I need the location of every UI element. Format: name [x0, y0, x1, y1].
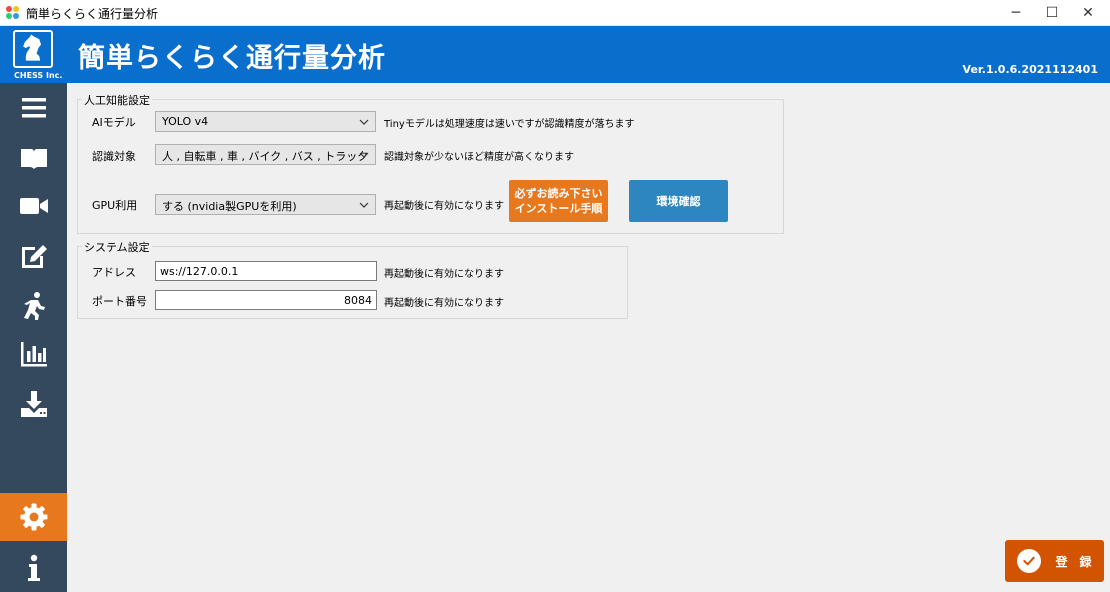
install-guide-button[interactable]: 必ずお読み下さい インストール手順 [509, 180, 608, 222]
sidebar-item-manual[interactable] [0, 134, 67, 182]
info-icon [27, 554, 40, 581]
maximize-button[interactable]: ☐ [1034, 0, 1070, 26]
chevron-down-icon [359, 119, 369, 125]
app-title: 簡単らくらく通行量分析 [78, 43, 386, 74]
minimize-button[interactable]: ─ [998, 0, 1034, 26]
sidebar [0, 83, 67, 592]
env-check-button[interactable]: 環境確認 [629, 180, 728, 222]
address-input[interactable]: ws://127.0.0.1 [155, 261, 377, 281]
address-label: アドレス [92, 266, 136, 279]
version-label: Ver.1.0.6.2021112401 [962, 63, 1098, 76]
ai-model-select[interactable]: YOLO v4 [155, 111, 376, 132]
download-icon [20, 391, 47, 417]
port-note: 再起動後に有効になります [384, 298, 504, 309]
install-guide-line2: インストール手順 [514, 202, 603, 215]
knight-icon [13, 30, 53, 68]
port-input[interactable]: 8084 [155, 290, 377, 310]
gpu-select[interactable]: する (nvidia製GPUを利用) [155, 194, 376, 215]
target-note: 認識対象が少ないほど精度が高くなります [384, 152, 574, 163]
sidebar-item-edit[interactable] [0, 232, 67, 280]
edit-icon [21, 245, 47, 268]
install-guide-line1: 必ずお読み下さい [514, 187, 603, 200]
gear-icon [20, 503, 47, 531]
ai-model-value: YOLO v4 [162, 115, 209, 128]
chevron-down-icon [359, 152, 369, 158]
sidebar-item-download[interactable] [0, 380, 67, 428]
gpu-note: 再起動後に有効になります [384, 201, 504, 212]
sidebar-item-menu[interactable] [0, 84, 67, 132]
chess-logo: CHESS Inc. [10, 28, 63, 82]
close-button[interactable]: ✕ [1070, 0, 1106, 26]
logo-text: CHESS Inc. [14, 71, 63, 80]
target-value: 人 , 自転車 , 車 , バイク , バス , トラック [162, 150, 369, 163]
ai-settings-title: 人工知能設定 [82, 92, 152, 108]
sidebar-item-settings[interactable] [0, 493, 67, 541]
gpu-value: する (nvidia製GPUを利用) [162, 200, 297, 213]
book-icon [20, 149, 47, 169]
sidebar-item-video[interactable] [0, 182, 67, 230]
target-label: 認識対象 [92, 150, 136, 163]
menu-icon [21, 98, 46, 118]
ai-model-note: Tinyモデルは処理速度は速いですが認識精度が落ちます [384, 119, 635, 130]
check-circle-icon [1017, 549, 1042, 573]
app-icon [6, 6, 20, 20]
register-button[interactable]: 登 録 [1005, 540, 1104, 582]
window-titlebar: 簡単らくらく通行量分析 ─ ☐ ✕ [0, 0, 1110, 26]
running-person-icon [23, 292, 45, 320]
system-settings-title: システム設定 [82, 239, 152, 255]
port-label: ポート番号 [92, 295, 147, 308]
sidebar-item-info[interactable] [0, 544, 67, 592]
address-note: 再起動後に有効になります [384, 269, 504, 280]
bar-chart-icon [20, 342, 47, 367]
sidebar-item-count[interactable] [0, 282, 67, 330]
chevron-down-icon [359, 202, 369, 208]
gpu-label: GPU利用 [92, 199, 138, 212]
app-header: CHESS Inc. 簡単らくらく通行量分析 Ver.1.0.6.2021112… [0, 26, 1110, 83]
ai-model-label: AIモデル [92, 116, 136, 129]
register-label: 登 録 [1055, 554, 1092, 569]
sidebar-item-chart[interactable] [0, 330, 67, 378]
target-select[interactable]: 人 , 自転車 , 車 , バイク , バス , トラック [155, 144, 376, 165]
window-title: 簡単らくらく通行量分析 [26, 7, 159, 21]
video-camera-icon [19, 198, 48, 214]
